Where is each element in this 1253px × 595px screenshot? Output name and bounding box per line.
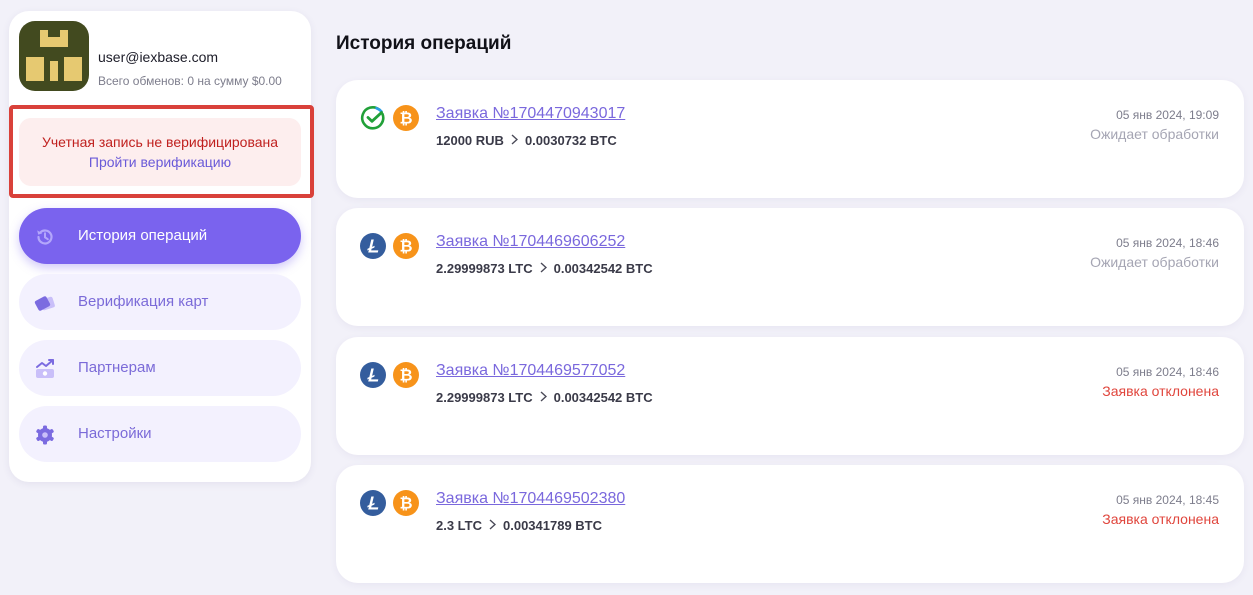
partners-icon [34,358,56,380]
sidebar-item-label: История операций [78,227,208,244]
litecoin-icon [360,490,386,516]
svg-text:₿: ₿ [399,109,412,128]
avatar [19,21,89,91]
from-amount: 12000 RUB [436,133,504,148]
operation-card: ₿ Заявка №1704469577052 2.29999873 LTC 0… [336,337,1244,455]
operation-amounts: 2.29999873 LTC 0.00342542 BTC [436,261,653,276]
verification-link[interactable]: Пройти верификацию [19,154,301,170]
verification-message: Учетная запись не верифицирована [41,134,279,150]
status-label: Ожидает обработки [1090,254,1219,270]
to-amount: 0.0030732 BTC [524,133,617,148]
chevron-right-icon [540,261,547,276]
bitcoin-icon: ₿ [393,490,419,516]
sidebar-item-label: Верификация карт [78,293,209,310]
sidebar: user@iexbase.com Всего обменов: 0 на сум… [9,11,314,482]
to-amount: 0.00342542 BTC [553,261,653,276]
page-title: История операций [336,33,512,54]
operation-date: 05 янв 2024, 18:46 [1116,365,1219,379]
sidebar-item-card-verification[interactable]: Верификация карт [19,274,301,330]
exchange-stats: Всего обменов: 0 на сумму $0.00 [98,74,282,88]
operation-link[interactable]: Заявка №1704470943017 [436,105,625,123]
status-label: Заявка отклонена [1102,383,1219,399]
operation-date: 05 янв 2024, 19:09 [1116,108,1219,122]
from-amount: 2.29999873 LTC [436,261,533,276]
svg-text:₿: ₿ [399,237,412,256]
svg-text:₿: ₿ [399,494,412,513]
bitcoin-icon: ₿ [393,233,419,259]
operation-date: 05 янв 2024, 18:45 [1116,493,1219,507]
verification-alert: Учетная запись не верифицирована Пройти … [19,118,301,186]
to-amount: 0.00342542 BTC [553,390,653,405]
litecoin-icon [360,233,386,259]
cards-icon [34,292,56,314]
sidebar-item-label: Партнерам [78,359,156,376]
status-label: Ожидает обработки [1090,126,1219,142]
sidebar-item-history[interactable]: История операций [19,208,301,264]
chevron-right-icon [540,390,547,405]
sidebar-item-label: Настройки [78,425,152,442]
operation-date: 05 янв 2024, 18:46 [1116,236,1219,250]
from-amount: 2.29999873 LTC [436,390,533,405]
operation-link[interactable]: Заявка №1704469577052 [436,362,625,380]
operation-amounts: 2.3 LTC 0.00341789 BTC [436,518,602,533]
gear-icon [34,424,56,446]
bitcoin-icon: ₿ [393,105,419,131]
svg-text:₿: ₿ [399,366,412,385]
history-icon [34,226,56,248]
operation-link[interactable]: Заявка №1704469606252 [436,233,625,251]
from-amount: 2.3 LTC [436,518,482,533]
user-profile: user@iexbase.com Всего обменов: 0 на сум… [19,21,304,91]
chevron-right-icon [489,518,497,533]
sberbank-icon [360,105,386,131]
operation-card: ₿ Заявка №1704469502380 2.3 LTC 0.003417… [336,465,1244,583]
chevron-right-icon [511,133,518,148]
operation-amounts: 2.29999873 LTC 0.00342542 BTC [436,390,653,405]
litecoin-icon [360,362,386,388]
sidebar-item-settings[interactable]: Настройки [19,406,301,462]
to-amount: 0.00341789 BTC [503,518,603,533]
status-label: Заявка отклонена [1102,511,1219,527]
operation-card: ₿ Заявка №1704469606252 2.29999873 LTC 0… [336,208,1244,326]
operation-amounts: 12000 RUB 0.0030732 BTC [436,133,617,148]
bitcoin-icon: ₿ [393,362,419,388]
sidebar-item-partners[interactable]: Партнерам [19,340,301,396]
operation-card: ₿ Заявка №1704470943017 12000 RUB 0.0030… [336,80,1244,198]
operation-link[interactable]: Заявка №1704469502380 [436,490,625,508]
user-email: user@iexbase.com [98,49,219,65]
